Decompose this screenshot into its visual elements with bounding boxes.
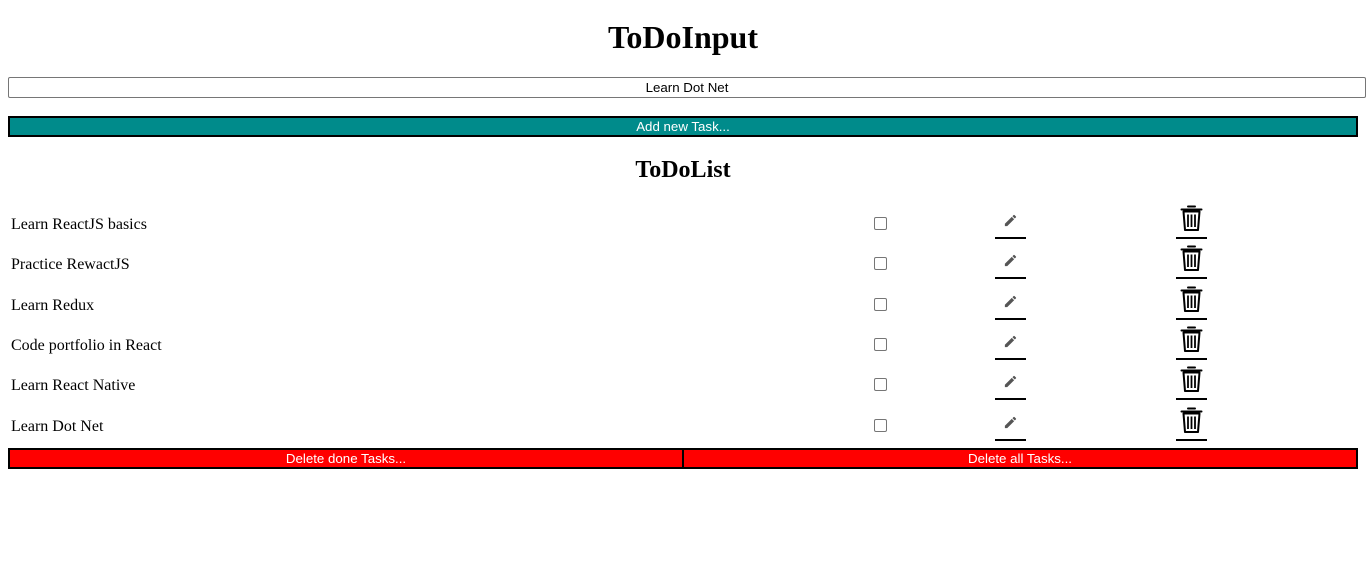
- task-done-checkbox[interactable]: [874, 419, 887, 432]
- edit-button-underline: [995, 398, 1026, 400]
- task-row: Learn ReactJS basics: [8, 205, 1358, 247]
- pencil-icon: [1004, 375, 1017, 388]
- pencil-icon: [1004, 295, 1017, 308]
- task-done-checkbox[interactable]: [874, 378, 887, 391]
- task-row: Practice RewactJS: [8, 245, 1358, 287]
- edit-task-button[interactable]: [995, 409, 1026, 441]
- delete-task-button[interactable]: [1176, 324, 1207, 360]
- trash-icon: [1180, 286, 1203, 312]
- task-text: Learn React Native: [11, 377, 136, 394]
- trash-icon: [1180, 366, 1203, 392]
- task-text: Practice RewactJS: [11, 256, 130, 273]
- task-text: Code portfolio in React: [11, 337, 162, 354]
- trash-icon: [1180, 205, 1203, 231]
- task-row: Learn Redux: [8, 286, 1358, 328]
- task-input[interactable]: [8, 77, 1366, 98]
- task-row: Learn Dot Net: [8, 407, 1358, 449]
- delete-task-button[interactable]: [1176, 284, 1207, 320]
- edit-task-button[interactable]: [995, 288, 1026, 320]
- delete-button-underline: [1176, 277, 1207, 279]
- trash-icon: [1180, 407, 1203, 433]
- delete-all-tasks-button[interactable]: Delete all Tasks...: [682, 448, 1358, 469]
- trash-icon: [1180, 326, 1203, 352]
- task-text: Learn Redux: [11, 297, 95, 314]
- add-task-button[interactable]: Add new Task...: [8, 116, 1358, 137]
- task-row: Learn React Native: [8, 366, 1358, 408]
- task-row: Code portfolio in React: [8, 326, 1358, 368]
- delete-task-button[interactable]: [1176, 405, 1207, 441]
- delete-task-button[interactable]: [1176, 203, 1207, 239]
- pencil-icon: [1004, 416, 1017, 429]
- edit-task-button[interactable]: [995, 207, 1026, 239]
- task-text: Learn Dot Net: [11, 418, 104, 435]
- task-done-checkbox[interactable]: [874, 217, 887, 230]
- delete-button-underline: [1176, 237, 1207, 239]
- edit-task-button[interactable]: [995, 328, 1026, 360]
- todo-app: ToDoInput Add new Task... ToDoList Learn…: [0, 0, 1366, 580]
- edit-button-underline: [995, 237, 1026, 239]
- pencil-icon: [1004, 335, 1017, 348]
- edit-button-underline: [995, 318, 1026, 320]
- trash-icon: [1180, 245, 1203, 271]
- todo-list-heading: ToDoList: [635, 157, 731, 183]
- edit-task-button[interactable]: [995, 247, 1026, 279]
- todo-input-heading: ToDoInput: [607, 19, 758, 55]
- edit-button-underline: [995, 277, 1026, 279]
- task-done-checkbox[interactable]: [874, 257, 887, 270]
- task-done-checkbox[interactable]: [874, 298, 887, 311]
- edit-task-button[interactable]: [995, 368, 1026, 400]
- pencil-icon: [1004, 254, 1017, 267]
- edit-button-underline: [995, 439, 1026, 441]
- edit-button-underline: [995, 358, 1026, 360]
- delete-task-button[interactable]: [1176, 243, 1207, 279]
- delete-button-underline: [1176, 398, 1207, 400]
- delete-button-underline: [1176, 358, 1207, 360]
- delete-done-tasks-button[interactable]: Delete done Tasks...: [8, 448, 684, 469]
- delete-button-underline: [1176, 439, 1207, 441]
- delete-task-button[interactable]: [1176, 364, 1207, 400]
- task-done-checkbox[interactable]: [874, 338, 887, 351]
- task-text: Learn ReactJS basics: [11, 216, 147, 233]
- delete-button-underline: [1176, 318, 1207, 320]
- pencil-icon: [1004, 214, 1017, 227]
